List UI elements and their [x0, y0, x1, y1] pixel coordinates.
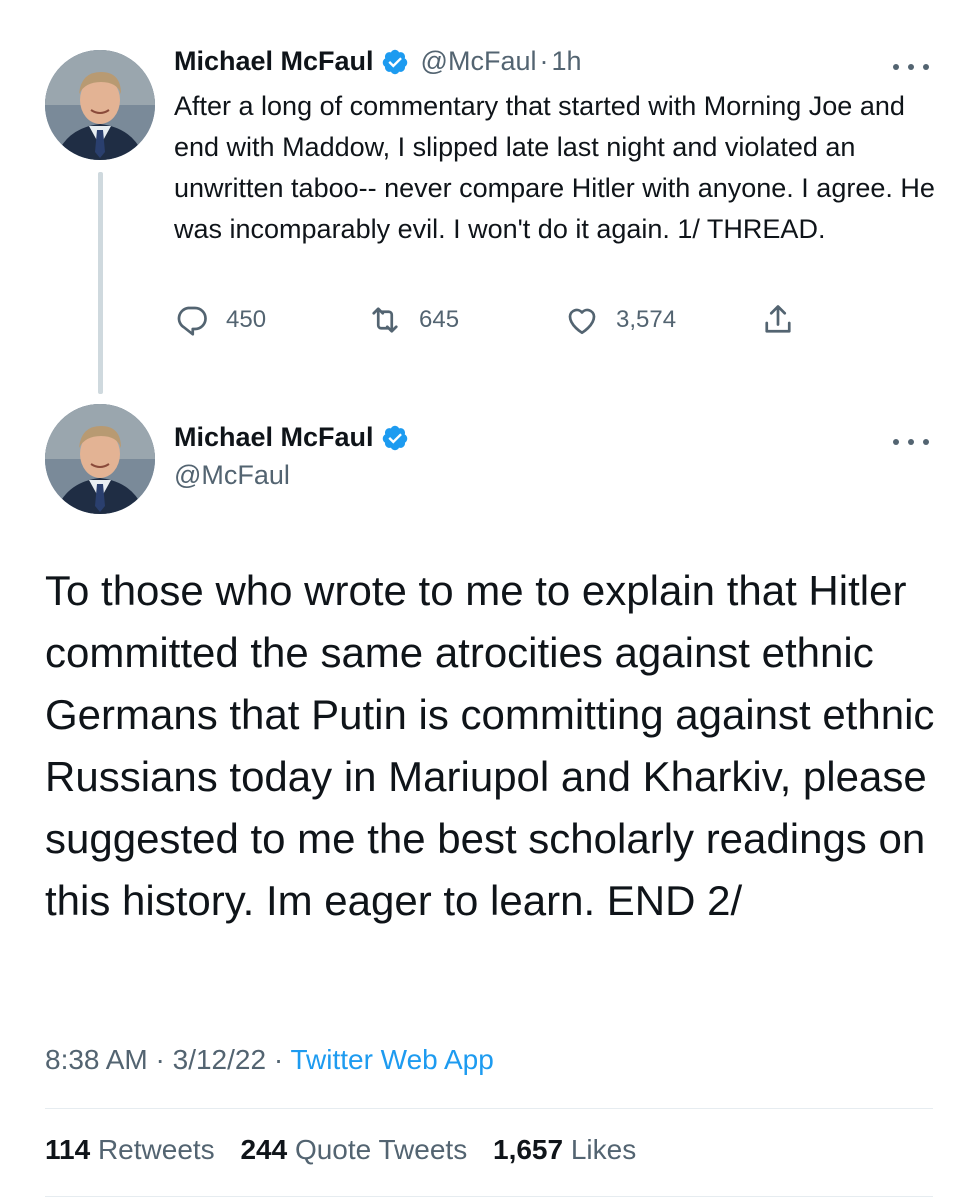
retweets-label: Retweets [97, 1134, 215, 1165]
likes-label: Likes [570, 1134, 637, 1165]
display-name[interactable]: Michael McFaul [174, 422, 374, 453]
avatar-portrait [45, 404, 155, 514]
timestamp[interactable]: 1h [551, 46, 581, 77]
avatar[interactable] [45, 404, 155, 514]
retweets-count: 114 [45, 1134, 91, 1165]
tweet1-header: Michael McFaul @McFaul · 1h [174, 46, 582, 77]
like-button[interactable]: 3,574 [564, 302, 676, 338]
avatar[interactable] [45, 50, 155, 160]
verified-icon [382, 425, 407, 450]
divider [45, 1196, 933, 1197]
retweets-stat[interactable]: 114 Retweets [45, 1134, 215, 1165]
like-count: 3,574 [616, 306, 677, 333]
retweet-button[interactable]: 645 [367, 302, 459, 338]
quote-tweets-count: 244 [240, 1134, 288, 1165]
reply-count: 450 [226, 306, 267, 333]
more-icon[interactable] [893, 435, 929, 449]
handle[interactable]: @McFaul [174, 460, 290, 491]
display-name[interactable]: Michael McFaul [174, 46, 374, 77]
tweet-time[interactable]: 8:38 AM [45, 1044, 148, 1075]
retweet-icon [372, 307, 398, 333]
verified-icon [382, 49, 407, 74]
reply-icon [177, 306, 207, 336]
divider [45, 1108, 933, 1109]
separator: · [539, 46, 549, 76]
tweet-stats: 114 Retweets 244 Quote Tweets 1,657 Like… [45, 1134, 654, 1166]
tweet-actions: 450 645 3,574 [174, 302, 814, 352]
tweet-meta: 8:38 AM · 3/12/22 · Twitter Web App [45, 1044, 494, 1076]
share-icon [765, 305, 791, 333]
avatar-portrait [45, 50, 155, 160]
tweet-text: After a long of commentary that started … [174, 91, 935, 244]
tweet-text: To those who wrote to me to explain that… [45, 567, 935, 924]
quote-tweets-label: Quote Tweets [294, 1134, 468, 1165]
reply-button[interactable]: 450 [174, 302, 266, 338]
separator: · [273, 1044, 284, 1075]
tweet2-header: Michael McFaul [174, 422, 409, 453]
retweet-count: 645 [419, 306, 460, 333]
quote-tweets-stat[interactable]: 244 Quote Tweets [240, 1134, 467, 1165]
likes-stat[interactable]: 1,657 Likes [493, 1134, 636, 1165]
separator: · [155, 1044, 165, 1075]
share-button[interactable] [760, 302, 812, 338]
more-icon[interactable] [893, 60, 929, 74]
source-app-link[interactable]: Twitter Web App [290, 1044, 493, 1075]
tweet-date[interactable]: 3/12/22 [173, 1044, 266, 1075]
likes-count: 1,657 [493, 1134, 564, 1165]
handle[interactable]: @McFaul [421, 46, 537, 77]
like-icon [568, 308, 596, 335]
thread-connector-line [98, 172, 103, 394]
